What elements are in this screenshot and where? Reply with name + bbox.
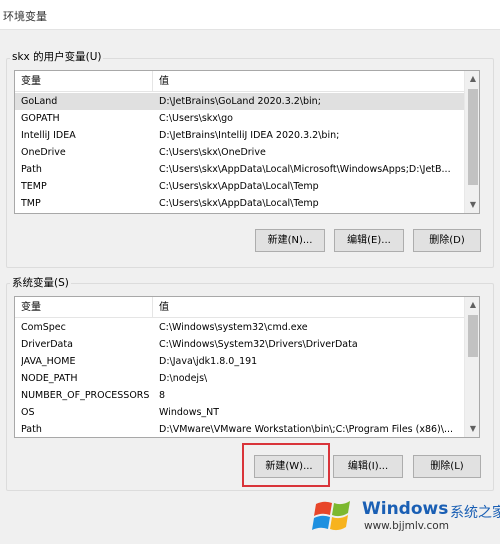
row-value: D:\JetBrains\GoLand 2020.3.2\bin; xyxy=(159,96,321,107)
vertical-scrollbar[interactable]: ▲ ▼ xyxy=(464,297,479,437)
system-edit-button[interactable]: 编辑(I)... xyxy=(333,455,403,478)
row-name: IntelliJ IDEA xyxy=(21,130,76,141)
scroll-up-icon[interactable]: ▲ xyxy=(465,297,479,313)
table-row[interactable]: TEMP C:\Users\skx\AppData\Local\Temp xyxy=(15,178,464,195)
row-value: C:\Windows\system32\cmd.exe xyxy=(159,322,308,333)
title-bar: 环境变量 xyxy=(0,0,500,30)
highlight-box xyxy=(242,443,330,487)
row-value: C:\Windows\System32\Drivers\DriverData xyxy=(159,339,358,350)
watermark-brand-cn: 系统之家 xyxy=(450,505,500,521)
user-delete-button[interactable]: 删除(D) xyxy=(413,229,481,252)
system-variables-label: 系统变量(S) xyxy=(10,275,71,290)
watermark: Windows 系统之家 www.bjjmlv.com xyxy=(310,495,500,537)
user-variables-list[interactable]: 变量 值 GoLand D:\JetBrains\GoLand 2020.3.2… xyxy=(14,70,480,214)
scroll-down-icon[interactable]: ▼ xyxy=(465,197,479,213)
row-name: TEMP xyxy=(21,181,47,192)
windows-logo-icon xyxy=(312,501,350,531)
row-name: NODE_PATH xyxy=(21,373,78,384)
user-edit-button[interactable]: 编辑(E)... xyxy=(334,229,404,252)
list-header: 变量 值 xyxy=(15,71,464,92)
column-header-value[interactable]: 值 xyxy=(153,297,464,318)
scroll-down-icon[interactable]: ▼ xyxy=(465,421,479,437)
row-value: D:\JetBrains\IntelliJ IDEA 2020.3.2\bin; xyxy=(159,130,340,141)
user-variables-label: skx 的用户变量(U) xyxy=(10,49,104,64)
row-value: C:\Users\skx\go xyxy=(159,113,233,124)
table-row[interactable]: TMP C:\Users\skx\AppData\Local\Temp xyxy=(15,195,464,212)
row-name: DriverData xyxy=(21,339,73,350)
vertical-scrollbar[interactable]: ▲ ▼ xyxy=(464,71,479,213)
system-variables-list[interactable]: 变量 值 ComSpec C:\Windows\system32\cmd.exe… xyxy=(14,296,480,438)
row-name: Path xyxy=(21,164,42,175)
row-value: D:\VMware\VMware Workstation\bin\;C:\Pro… xyxy=(159,424,454,435)
table-row[interactable]: OneDrive C:\Users\skx\OneDrive xyxy=(15,144,464,161)
column-header-variable[interactable]: 变量 xyxy=(15,71,153,92)
table-row[interactable]: IntelliJ IDEA D:\JetBrains\IntelliJ IDEA… xyxy=(15,127,464,144)
table-row[interactable]: NODE_PATH D:\nodejs\ xyxy=(15,370,464,387)
table-row[interactable]: Path C:\Users\skx\AppData\Local\Microsof… xyxy=(15,161,464,178)
row-name: GOPATH xyxy=(21,113,60,124)
table-row[interactable]: DriverData C:\Windows\System32\Drivers\D… xyxy=(15,336,464,353)
watermark-url: www.bjjmlv.com xyxy=(364,520,449,532)
row-name: GoLand xyxy=(21,96,58,107)
table-row[interactable]: JAVA_HOME D:\Java\jdk1.8.0_191 xyxy=(15,353,464,370)
row-value: D:\nodejs\ xyxy=(159,373,208,384)
row-name: TMP xyxy=(21,198,41,209)
scrollbar-thumb[interactable] xyxy=(468,89,478,185)
row-value: C:\Users\skx\AppData\Local\Temp xyxy=(159,198,319,209)
column-header-variable[interactable]: 变量 xyxy=(15,297,153,318)
list-header: 变量 值 xyxy=(15,297,464,318)
row-name: Path xyxy=(21,424,42,435)
row-name: OneDrive xyxy=(21,147,66,158)
row-name: ComSpec xyxy=(21,322,66,333)
row-value: D:\Java\jdk1.8.0_191 xyxy=(159,356,258,367)
row-name: OS xyxy=(21,407,35,418)
scroll-up-icon[interactable]: ▲ xyxy=(465,71,479,87)
row-value: Windows_NT xyxy=(159,407,220,418)
table-row[interactable]: NUMBER_OF_PROCESSORS 8 xyxy=(15,387,464,404)
row-value: 8 xyxy=(159,390,166,401)
row-name: JAVA_HOME xyxy=(21,356,76,367)
column-header-value[interactable]: 值 xyxy=(153,71,464,92)
row-value: C:\Users\skx\AppData\Local\Microsoft\Win… xyxy=(159,164,451,175)
table-row[interactable]: Path D:\VMware\VMware Workstation\bin\;C… xyxy=(15,421,464,437)
table-row[interactable]: OS Windows_NT xyxy=(15,404,464,421)
system-delete-button[interactable]: 删除(L) xyxy=(413,455,481,478)
window-title: 环境变量 xyxy=(3,10,47,23)
watermark-brand: Windows xyxy=(362,499,449,519)
table-row[interactable]: ComSpec C:\Windows\system32\cmd.exe xyxy=(15,319,464,336)
scrollbar-thumb[interactable] xyxy=(468,315,478,357)
table-row[interactable]: GOPATH C:\Users\skx\go xyxy=(15,110,464,127)
row-value: C:\Users\skx\OneDrive xyxy=(159,147,266,158)
row-name: NUMBER_OF_PROCESSORS xyxy=(21,390,150,401)
user-new-button[interactable]: 新建(N)... xyxy=(255,229,325,252)
row-value: C:\Users\skx\AppData\Local\Temp xyxy=(159,181,319,192)
table-row[interactable]: GoLand D:\JetBrains\GoLand 2020.3.2\bin; xyxy=(15,93,464,110)
